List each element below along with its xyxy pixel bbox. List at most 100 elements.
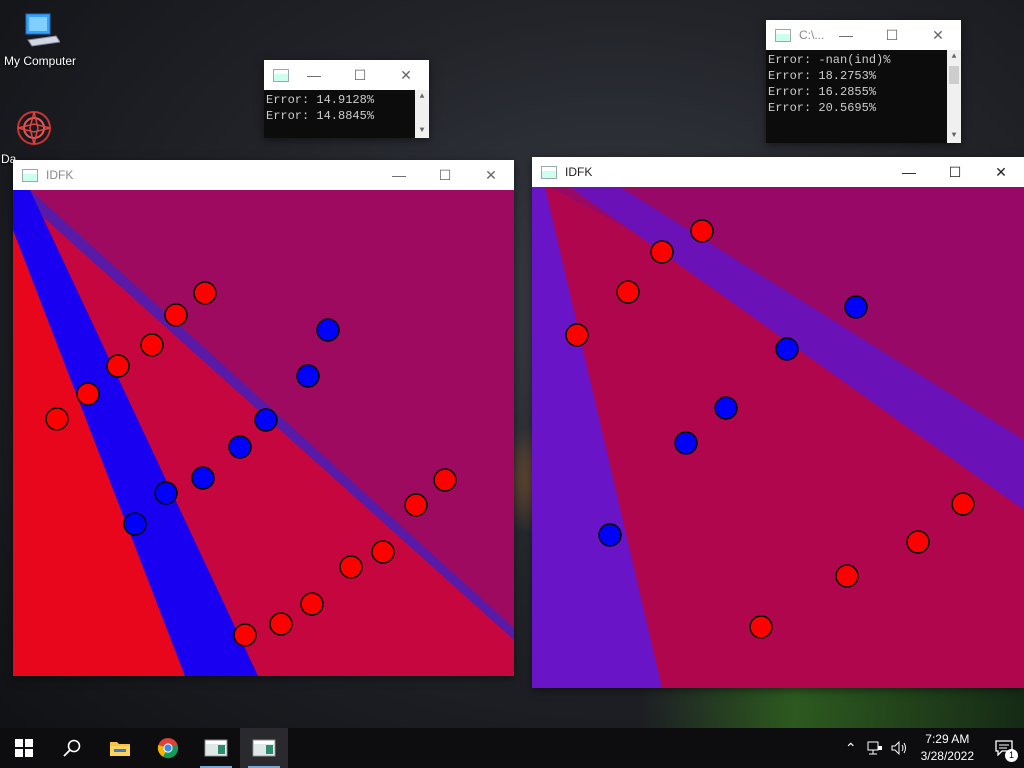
console-app-icon [273, 68, 289, 82]
vertical-scrollbar[interactable]: ▲ ▼ [415, 90, 429, 138]
red-data-point [269, 612, 293, 636]
console-window-2[interactable]: C:\... — ☐ ✕ Error: -nan(ind)% Error: 18… [766, 20, 961, 143]
scroll-down-icon[interactable]: ▼ [415, 124, 429, 138]
minimize-button[interactable]: — [291, 60, 337, 90]
idfk-window-2[interactable]: IDFK — ☐ ✕ [532, 157, 1024, 688]
console-titlebar[interactable]: — ☐ ✕ [264, 60, 429, 90]
minimize-button[interactable]: — [886, 157, 932, 187]
idfk-app-icon [252, 739, 276, 757]
scroll-up-icon[interactable]: ▲ [415, 90, 429, 104]
red-data-point [565, 323, 589, 347]
red-data-point [164, 303, 188, 327]
idfk-app-icon [541, 165, 557, 179]
maximize-button[interactable]: ☐ [932, 157, 978, 187]
idfk-titlebar[interactable]: IDFK — ☐ ✕ [532, 157, 1024, 187]
clock-time: 7:29 AM [925, 732, 970, 746]
console-line: Error: 20.5695% [768, 101, 877, 115]
vertical-scrollbar[interactable]: ▲ ▼ [947, 50, 961, 143]
search-button[interactable] [48, 728, 96, 768]
network-icon[interactable] [867, 741, 883, 755]
console-line: Error: 14.8845% [266, 109, 375, 123]
scroll-up-icon[interactable]: ▲ [947, 50, 961, 64]
console-line: Error: -nan(ind)% [768, 53, 891, 67]
red-data-point [749, 615, 773, 639]
idfk-title: IDFK [565, 165, 593, 179]
chevron-up-icon[interactable]: ⌃ [845, 740, 857, 757]
red-data-point [616, 280, 640, 304]
blue-data-point [844, 295, 868, 319]
taskbar: ⌃ 7:29 AM 3/28/2022 1 [0, 728, 1024, 768]
decision-boundary-canvas[interactable] [532, 187, 1024, 688]
chrome-button[interactable] [144, 728, 192, 768]
computer-icon [20, 10, 61, 50]
console-line: Error: 16.2855% [768, 85, 877, 99]
red-data-point [433, 468, 457, 492]
red-data-point [371, 540, 395, 564]
blue-data-point [714, 396, 738, 420]
blue-data-point [316, 318, 340, 342]
search-icon [63, 739, 81, 757]
clock-date: 3/28/2022 [920, 749, 974, 763]
volume-icon[interactable] [891, 741, 909, 755]
red-data-point [140, 333, 164, 357]
desktop-icon-da[interactable]: Da [0, 108, 51, 166]
file-explorer-button[interactable] [96, 728, 144, 768]
taskbar-idfk-app[interactable] [240, 728, 288, 768]
chrome-icon [157, 738, 179, 759]
console-output: Error: -nan(ind)% Error: 18.2753% Error:… [766, 50, 961, 143]
minimize-button[interactable]: — [823, 20, 869, 50]
red-data-point [951, 492, 975, 516]
maximize-button[interactable]: ☐ [337, 60, 383, 90]
red-data-point [404, 493, 428, 517]
desktop-icon-my-computer[interactable]: My Computer [0, 10, 80, 68]
maximize-button[interactable]: ☐ [422, 160, 468, 190]
console-app-icon [204, 739, 228, 757]
console-titlebar[interactable]: C:\... — ☐ ✕ [766, 20, 961, 50]
console-line: Error: 18.2753% [768, 69, 877, 83]
clock[interactable]: 7:29 AM 3/28/2022 [921, 731, 974, 765]
taskbar-console-app[interactable] [192, 728, 240, 768]
red-data-point [835, 564, 859, 588]
close-button[interactable]: ✕ [468, 160, 514, 190]
red-data-point [300, 592, 324, 616]
maximize-button[interactable]: ☐ [869, 20, 915, 50]
red-data-point [339, 555, 363, 579]
red-data-point [906, 530, 930, 554]
blue-data-point [154, 481, 178, 505]
close-button[interactable]: ✕ [915, 20, 961, 50]
file-explorer-icon [110, 742, 130, 756]
blue-data-point [775, 337, 799, 361]
idfk-title: IDFK [46, 168, 74, 182]
red-data-point [233, 623, 257, 647]
notification-badge: 1 [1005, 749, 1018, 762]
blue-data-point [598, 523, 622, 547]
blue-data-point [123, 512, 147, 536]
idfk-titlebar[interactable]: IDFK — ☐ ✕ [13, 160, 514, 190]
start-icon [15, 739, 33, 757]
blue-data-point [674, 431, 698, 455]
red-data-point [193, 281, 217, 305]
desktop-icon-label: My Computer [3, 54, 77, 68]
scroll-down-icon[interactable]: ▼ [947, 129, 961, 143]
action-center-button[interactable]: 1 [984, 728, 1024, 768]
idfk-app-icon [22, 168, 38, 182]
minimize-button[interactable]: — [376, 160, 422, 190]
console-title: C:\... [799, 28, 825, 42]
console-window-1[interactable]: — ☐ ✕ Error: 14.9128% Error: 14.8845% ▲ … [264, 60, 429, 138]
close-button[interactable]: ✕ [978, 157, 1024, 187]
scrollbar-thumb[interactable] [949, 66, 959, 84]
red-data-point [690, 219, 714, 243]
close-button[interactable]: ✕ [383, 60, 429, 90]
console-output: Error: 14.9128% Error: 14.8845% ▲ ▼ [264, 90, 429, 138]
console-app-icon [775, 28, 791, 42]
red-data-point [76, 382, 100, 406]
red-data-point [45, 407, 69, 431]
start-button[interactable] [0, 728, 48, 768]
mandala-icon [14, 108, 54, 148]
idfk-window-1[interactable]: IDFK — ☐ ✕ [13, 160, 514, 676]
blue-data-point [191, 466, 215, 490]
decision-boundary-canvas[interactable] [13, 190, 514, 676]
blue-data-point [228, 435, 252, 459]
system-tray: ⌃ 7:29 AM 3/28/2022 1 [839, 728, 1024, 768]
console-line: Error: 14.9128% [266, 93, 375, 107]
